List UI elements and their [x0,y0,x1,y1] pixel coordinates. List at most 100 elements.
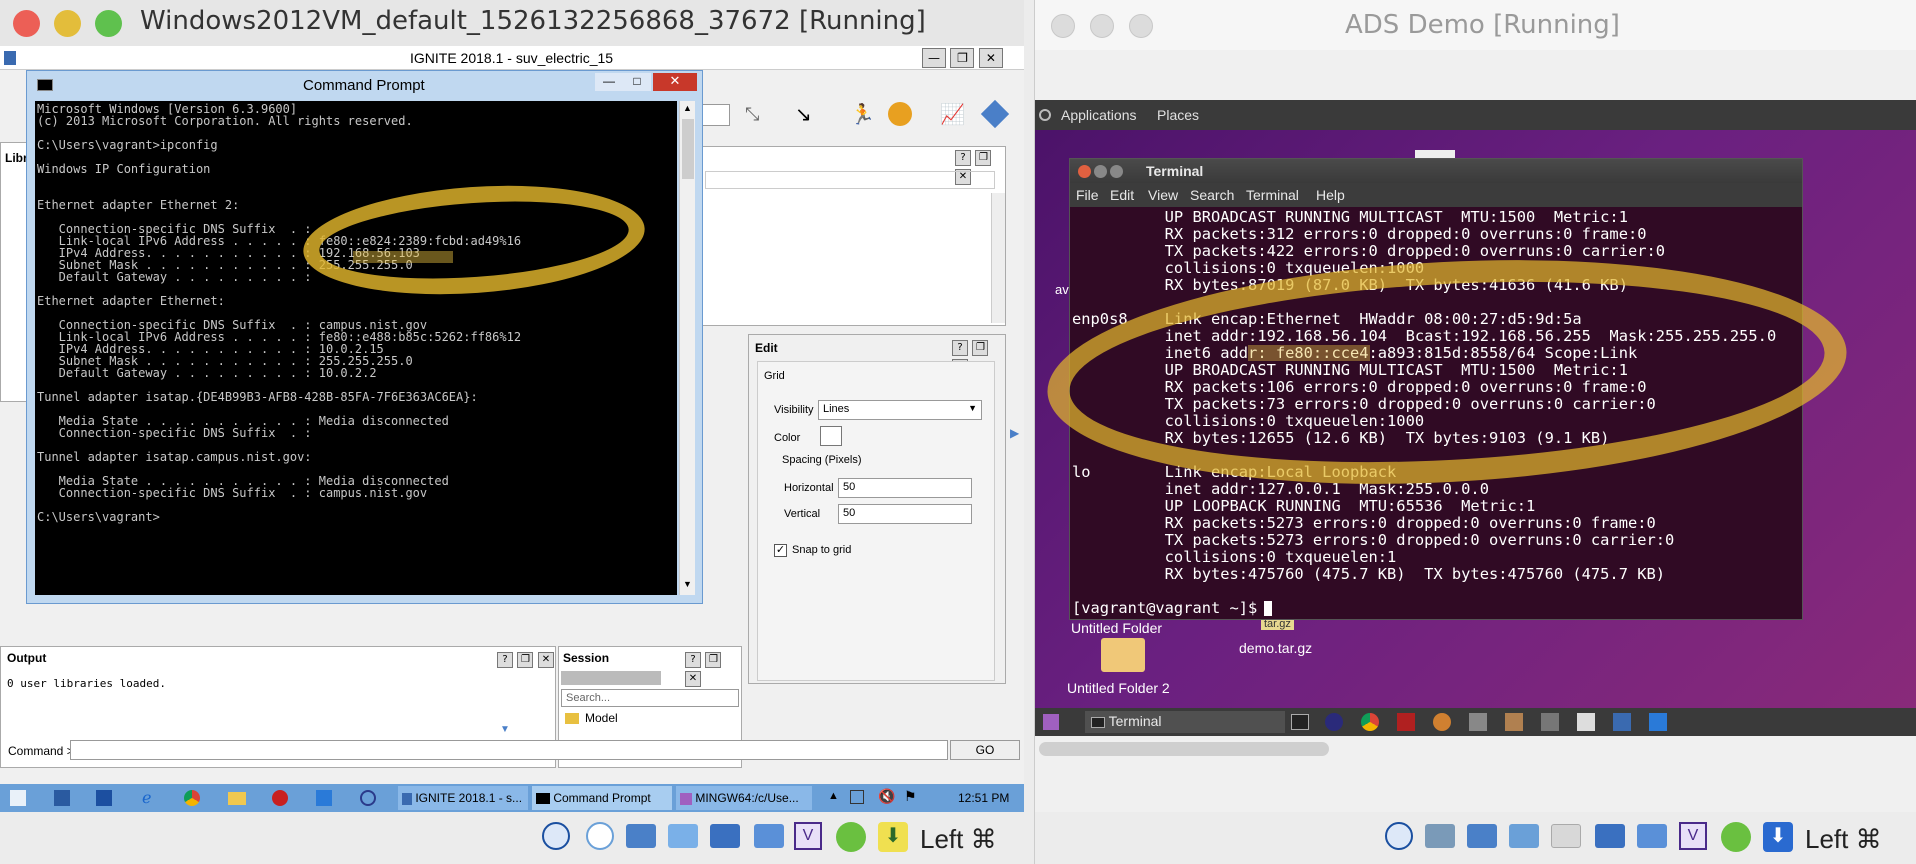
expand-arrow-icon[interactable]: ▶ [1010,426,1019,440]
cmd-scrollbar[interactable]: ▲ ▼ [679,101,695,595]
connector-icon[interactable]: ↘ [795,102,812,127]
shared-folder-icon[interactable] [1551,824,1581,848]
vt-icon[interactable]: V [1679,822,1707,850]
tray-arrow-icon[interactable]: ▲ [828,790,839,802]
zoom-button[interactable] [1129,14,1153,38]
menu-edit[interactable]: Edit [1110,187,1134,203]
toolbar-dropdown[interactable] [700,104,730,126]
ie-icon[interactable]: ℯ [142,788,151,808]
download-arrow-icon[interactable]: ⬇ [878,822,908,852]
hdd-icon[interactable] [1385,822,1413,850]
network-adapter-icon[interactable] [626,824,656,848]
optical-icon[interactable] [586,822,614,850]
help-icon[interactable]: ? [955,150,971,166]
menu-terminal[interactable]: Terminal [1246,187,1299,203]
desktop-item-untitled-folder-2[interactable]: Untitled Folder 2 [1067,680,1170,696]
cmd-maximize-icon[interactable]: □ [623,73,651,91]
terminal-close-icon[interactable] [1078,165,1091,178]
minimize-button[interactable] [54,10,81,37]
launcher-network-icon[interactable] [1613,713,1631,731]
hdd-icon[interactable] [542,822,570,850]
folder-icon[interactable] [228,792,246,805]
display-icon[interactable] [1595,824,1625,848]
go-button[interactable]: GO [950,740,1020,760]
taskbar-item-ignite[interactable]: IGNITE 2018.1 - s... [398,786,528,810]
recording-icon[interactable] [836,822,866,852]
session-item-model[interactable]: Model [585,711,618,725]
vm-scrollbar[interactable] [1039,742,1913,756]
chrome-icon[interactable] [184,790,200,806]
undock-icon[interactable]: ❐ [972,340,989,356]
start-icon[interactable] [10,790,26,806]
close-button[interactable] [13,10,40,37]
help-icon[interactable]: ? [952,340,968,356]
scroll-thumb[interactable] [682,119,694,179]
launcher-editor-icon[interactable] [1577,713,1595,731]
terminal-titlebar[interactable]: Terminal [1070,159,1802,183]
display-icon[interactable] [710,824,740,848]
vt-icon[interactable]: V [794,822,822,850]
cmd-console[interactable]: Microsoft Windows [Version 6.3.9600] (c) … [35,101,677,595]
close-icon[interactable]: ✕ [685,671,701,687]
cmd-titlebar[interactable]: Command Prompt — □ ✕ [27,71,702,99]
launcher-calc-icon[interactable] [1469,713,1487,731]
help-icon[interactable]: ? [497,652,513,668]
show-desktop-icon[interactable] [1043,714,1059,730]
ignite-titlebar[interactable]: IGNITE 2018.1 - suv_electric_15 — ❐ ✕ [0,46,1024,70]
cube-icon[interactable] [980,99,1010,129]
undock-icon[interactable]: ❐ [705,652,722,668]
powershell-icon[interactable] [96,790,112,806]
launcher-camera-icon[interactable] [1541,713,1559,731]
download-arrow-icon[interactable]: ⬇ [1763,822,1793,852]
color-swatch[interactable] [820,426,842,446]
launcher-app-icon[interactable] [1397,713,1415,731]
canvas-search-field[interactable] [705,171,995,189]
minimize-button[interactable] [1090,14,1114,38]
select-arrow-icon[interactable]: ⤡ [745,104,759,125]
visibility-select[interactable]: Lines ▼ [818,400,982,420]
folder-icon[interactable] [1101,638,1145,672]
restore-icon[interactable]: ❐ [950,48,975,68]
launcher-files-icon[interactable] [1505,713,1523,731]
desktop-item-untitled-folder[interactable]: Untitled Folder [1071,620,1162,636]
menu-places[interactable]: Places [1157,107,1199,123]
close-button[interactable] [1051,14,1075,38]
taskbar-item-cmd[interactable]: Command Prompt [532,786,672,810]
cmd-close-icon[interactable]: ✕ [653,73,697,91]
zoom-button[interactable] [95,10,122,37]
launcher-terminal-icon[interactable] [1291,714,1309,730]
screen-icon[interactable] [754,824,784,848]
help-icon[interactable]: ? [685,652,701,668]
chart-icon[interactable]: 📈 [940,102,965,127]
vscode-icon[interactable] [316,790,332,806]
mac-titlebar-left[interactable]: Windows2012VM_default_1526132256868_3767… [0,0,1024,46]
taskbar-item-terminal[interactable]: Terminal [1085,711,1285,733]
explorer-icon[interactable] [54,790,70,806]
scroll-up-icon[interactable]: ▲ [683,103,692,113]
run-icon[interactable]: 🏃 [850,102,875,127]
screen-icon[interactable] [1637,824,1667,848]
network-adapter-icon[interactable] [1467,824,1497,848]
mac-titlebar-right[interactable]: ADS Demo [Running] [1035,0,1916,50]
xmind-icon[interactable] [272,790,288,806]
shared-folder-icon[interactable] [668,824,698,848]
launcher-tools-icon[interactable] [1433,713,1451,731]
splitter-arrow-icon[interactable]: ▼ [500,724,510,735]
terminal-minimize-icon[interactable] [1094,165,1107,178]
menu-applications[interactable]: Applications [1061,107,1137,123]
menu-help[interactable]: Help [1316,187,1345,203]
taskbar-item-mingw[interactable]: MINGW64:/c/Use... [676,786,812,810]
cmd-minimize-icon[interactable]: — [595,73,623,91]
launcher-eclipse-icon[interactable] [1325,713,1343,731]
horizontal-field[interactable]: 50 [838,478,972,498]
undock-icon[interactable]: ❐ [517,652,534,668]
close-icon[interactable]: ✕ [537,652,554,668]
menu-search[interactable]: Search [1190,187,1234,203]
undock-icon[interactable]: ❐ [975,150,992,166]
tray-volume-icon[interactable]: 🔇 [878,788,895,805]
command-input[interactable] [70,740,948,760]
canvas-scrollbar[interactable] [991,193,1005,323]
recording-icon[interactable] [1721,822,1751,852]
minimize-icon[interactable]: — [922,48,946,68]
tray-network-icon[interactable] [850,790,864,804]
